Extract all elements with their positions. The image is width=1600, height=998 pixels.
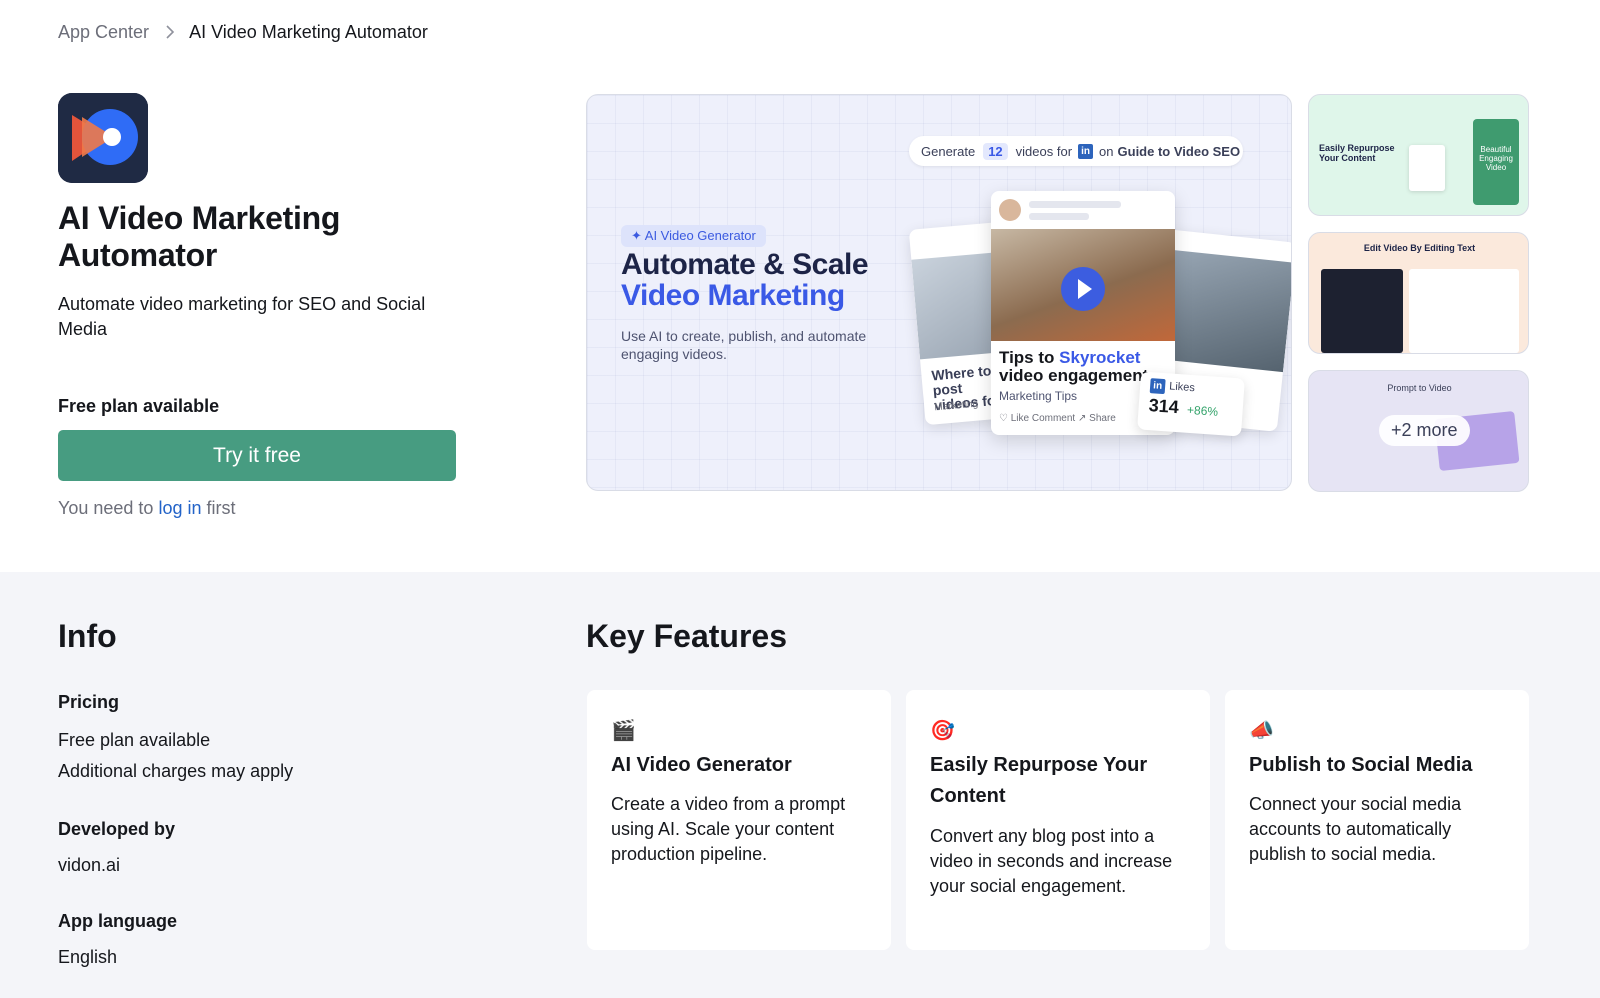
login-note-suffix: first xyxy=(206,498,236,518)
developer-label: Developed by xyxy=(58,819,176,839)
video-card-title-highlight: Skyrocket xyxy=(1059,349,1141,367)
plan-label: Free plan available xyxy=(58,396,220,416)
info-heading: Info xyxy=(58,618,117,654)
generate-pill: Generate 12 videos for in on Guide to Vi… xyxy=(909,136,1243,166)
pricing-label: Pricing xyxy=(58,692,120,712)
gallery-thumbnail-3[interactable]: Prompt to Video +2 more xyxy=(1308,370,1529,492)
thumbnail-3-caption: Prompt to Video xyxy=(1387,383,1452,393)
gallery-main-image[interactable]: ✦ AI Video Generator Automate & Scale Vi… xyxy=(586,94,1292,491)
feature-title: Easily Repurpose Your Content xyxy=(930,754,1148,807)
gallery-thumbnail-1[interactable]: Easily Repurpose Your Content Beautiful … xyxy=(1308,94,1529,216)
thumbnail-1-side: Beautiful Engaging Video xyxy=(1479,145,1513,172)
hero-headline-accent: Video Marketing xyxy=(621,279,845,312)
pricing-value-2: Additional charges may apply xyxy=(58,761,294,781)
login-note: You need to log in first xyxy=(58,498,236,519)
megaphone-icon: 📣 xyxy=(1249,720,1274,742)
app-logo-icon xyxy=(58,93,148,183)
linkedin-icon: in xyxy=(1078,143,1094,159)
key-features-heading: Key Features xyxy=(586,618,787,654)
play-icon xyxy=(1061,267,1105,311)
feature-card: 🎯 Easily Repurpose Your Content Convert … xyxy=(906,690,1210,950)
gallery-thumbnail-2[interactable]: Edit Video By Editing Text xyxy=(1308,232,1529,354)
generate-count: 12 xyxy=(983,142,1008,160)
app-subtitle: Automate video marketing for SEO and Soc… xyxy=(58,294,426,339)
feature-description: Convert any blog post into a video in se… xyxy=(930,826,1173,896)
app-title: AI Video Marketing Automator xyxy=(58,200,341,273)
chevron-right-icon xyxy=(165,25,175,39)
feature-title: AI Video Generator xyxy=(611,754,792,776)
likes-card: in Likes 314 +86% xyxy=(1137,371,1245,437)
target-icon: 🎯 xyxy=(930,720,955,742)
back-card-subtitle: Marketing xyxy=(933,398,979,414)
generate-prefix: Generate xyxy=(921,143,976,159)
breadcrumb-current: AI Video Marketing Automator xyxy=(189,21,428,42)
try-it-free-button[interactable]: Try it free xyxy=(58,430,456,481)
thumbnail-2-caption: Edit Video By Editing Text xyxy=(1363,243,1476,253)
hero-headline: Automate & Scale xyxy=(621,248,869,281)
hero-tag: ✦ AI Video Generator xyxy=(621,225,766,247)
feature-title: Publish to Social Media xyxy=(1249,754,1473,776)
generate-on: on xyxy=(1099,143,1114,159)
log-in-link[interactable]: log in xyxy=(158,498,201,518)
linkedin-icon: in xyxy=(1149,378,1166,395)
developer-value: vidon.ai xyxy=(58,855,121,875)
likes-change: +86% xyxy=(1186,402,1219,419)
hero-description: Use AI to create, publish, and automate … xyxy=(621,328,867,362)
breadcrumb: App Center AI Video Marketing Automator xyxy=(58,20,428,44)
feature-card: 🎬 AI Video Generator Create a video from… xyxy=(587,690,891,950)
feature-card: 📣 Publish to Social Media Connect your s… xyxy=(1225,690,1529,950)
likes-label-text: Likes xyxy=(1168,380,1196,395)
likes-value: 314 xyxy=(1148,395,1180,418)
thumbnail-1-caption: Easily Repurpose Your Content xyxy=(1319,143,1395,163)
generate-middle: videos for xyxy=(1015,143,1073,159)
language-label: App language xyxy=(58,911,178,931)
video-card-subtitle: Marketing Tips xyxy=(999,389,1078,403)
more-images-badge[interactable]: +2 more xyxy=(1379,415,1470,446)
video-thumbnail xyxy=(991,229,1175,341)
video-card-actions: ♡ Like Comment ↗ Share xyxy=(999,413,1116,424)
generate-target: Guide to Video SEO xyxy=(1117,143,1241,159)
feature-description: Create a video from a prompt using AI. S… xyxy=(611,794,846,864)
video-card-title-part1: Tips to xyxy=(999,349,1055,367)
login-note-prefix: You need to xyxy=(58,498,154,518)
breadcrumb-app-center-link[interactable]: App Center xyxy=(58,22,149,43)
video-card-title-part2: video engagement xyxy=(999,366,1149,385)
feature-description: Connect your social media accounts to au… xyxy=(1249,794,1462,864)
language-value: English xyxy=(58,947,118,967)
avatar xyxy=(999,199,1021,221)
clapper-board-icon: 🎬 xyxy=(611,720,636,742)
pricing-value-1: Free plan available xyxy=(58,730,211,750)
